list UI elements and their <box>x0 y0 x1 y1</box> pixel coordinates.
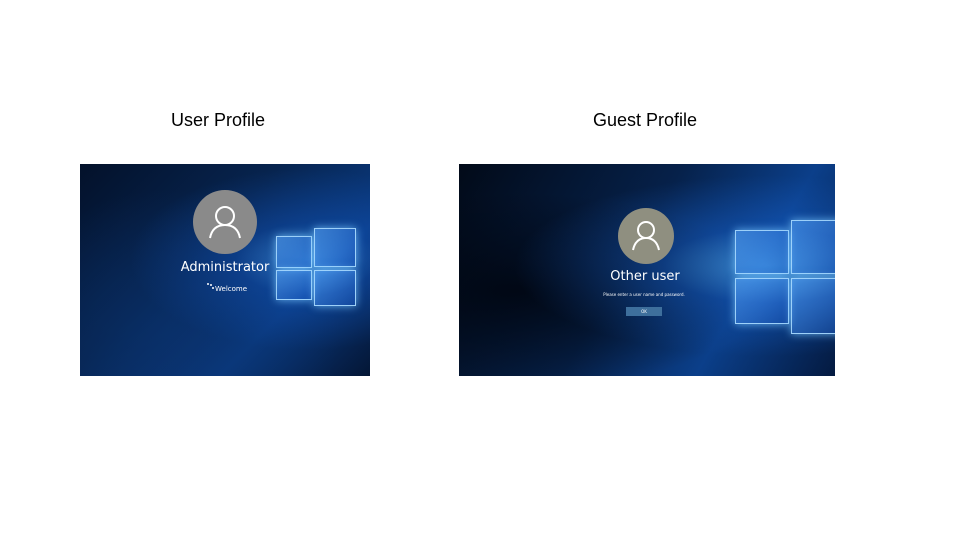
account-name: Administrator <box>180 260 270 275</box>
user-profile-caption: User Profile <box>170 110 266 130</box>
ok-button[interactable]: OK <box>626 307 662 316</box>
user-avatar[interactable] <box>193 190 257 254</box>
account-name: Other user <box>610 269 680 284</box>
windows-logo-icon <box>276 224 356 306</box>
welcome-status: Welcome <box>215 285 248 293</box>
windows-logo-icon <box>733 212 835 334</box>
user-login-screenshot: Administrator Welcome <box>80 164 370 376</box>
credentials-prompt: Please enter a user name and password. <box>603 292 685 297</box>
guest-login-screenshot: Other user Please enter a user name and … <box>459 164 835 376</box>
user-icon <box>209 206 241 239</box>
guest-avatar[interactable] <box>618 208 674 264</box>
guest-profile-caption: Guest Profile <box>592 110 698 130</box>
user-icon <box>632 221 660 251</box>
